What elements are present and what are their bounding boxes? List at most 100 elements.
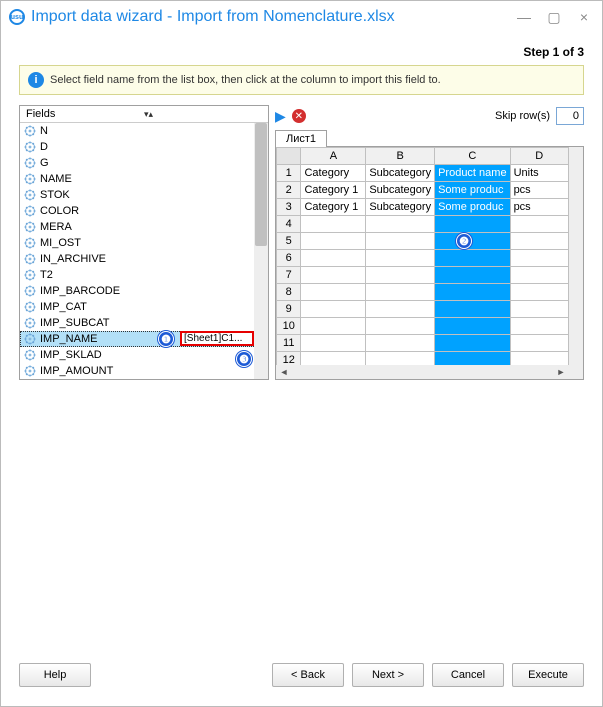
field-row-n[interactable]: N <box>20 123 254 139</box>
cell[interactable] <box>301 250 366 267</box>
play-icon[interactable]: ▶ <box>275 108 286 125</box>
row-header[interactable]: 12 <box>277 352 301 365</box>
execute-button[interactable]: Execute <box>512 663 584 687</box>
cell[interactable] <box>435 301 510 318</box>
field-row-g[interactable]: G <box>20 155 254 171</box>
cell[interactable]: Subcategory <box>366 165 435 182</box>
cell[interactable]: Category 1 <box>301 199 366 216</box>
field-row-imp_barcode[interactable]: IMP_BARCODE <box>20 283 254 299</box>
cell[interactable] <box>366 301 435 318</box>
cell[interactable] <box>510 352 568 365</box>
cell[interactable] <box>510 233 568 250</box>
cell[interactable]: pcs <box>510 199 568 216</box>
col-header-B[interactable]: B <box>366 148 435 165</box>
cell[interactable]: Some produc <box>435 199 510 216</box>
cell[interactable] <box>510 250 568 267</box>
cell[interactable] <box>366 284 435 301</box>
cell[interactable] <box>435 352 510 365</box>
cell[interactable] <box>435 267 510 284</box>
cell[interactable] <box>366 335 435 352</box>
cell[interactable] <box>435 233 510 250</box>
back-button[interactable]: < Back <box>272 663 344 687</box>
cell[interactable]: Subcategory <box>366 199 435 216</box>
field-row-mera[interactable]: MERA <box>20 219 254 235</box>
scroll-left-icon[interactable]: ◄ <box>278 366 290 378</box>
delete-icon[interactable]: ✕ <box>292 109 306 123</box>
sheet-tab[interactable]: Лист1 <box>275 130 327 147</box>
cell[interactable] <box>510 301 568 318</box>
grid-scrollbar-horizontal[interactable]: ◄ ► <box>276 365 569 379</box>
cell[interactable] <box>435 250 510 267</box>
row-header[interactable]: 6 <box>277 250 301 267</box>
help-button[interactable]: Help <box>19 663 91 687</box>
cell[interactable] <box>510 216 568 233</box>
grid-corner-cell[interactable] <box>277 148 301 165</box>
row-header[interactable]: 11 <box>277 335 301 352</box>
cell[interactable] <box>301 318 366 335</box>
cell[interactable] <box>301 216 366 233</box>
cell[interactable] <box>301 335 366 352</box>
fields-scrollbar[interactable] <box>254 123 268 379</box>
fields-header[interactable]: Fields ▾▴ <box>20 106 268 123</box>
cell[interactable] <box>510 267 568 284</box>
cell[interactable] <box>301 267 366 284</box>
cell[interactable] <box>435 216 510 233</box>
field-row-stok[interactable]: STOK <box>20 187 254 203</box>
cell[interactable]: Some produc <box>435 182 510 199</box>
field-row-imp_cat[interactable]: IMP_CAT <box>20 299 254 315</box>
field-row-imp_amount[interactable]: IMP_AMOUNT <box>20 363 254 379</box>
scrollbar-thumb[interactable] <box>255 123 267 246</box>
cell[interactable] <box>366 233 435 250</box>
row-header[interactable]: 7 <box>277 267 301 284</box>
cell[interactable] <box>366 250 435 267</box>
field-row-color[interactable]: COLOR <box>20 203 254 219</box>
field-row-d[interactable]: D <box>20 139 254 155</box>
field-row-t2[interactable]: T2 <box>20 267 254 283</box>
cell[interactable] <box>301 352 366 365</box>
maximize-button[interactable]: ▢ <box>544 7 564 27</box>
cell[interactable] <box>301 301 366 318</box>
row-header[interactable]: 1 <box>277 165 301 182</box>
field-row-imp_name[interactable]: IMP_NAME[Sheet1]C1...❶ <box>20 331 254 347</box>
cell[interactable] <box>510 284 568 301</box>
row-header[interactable]: 3 <box>277 199 301 216</box>
next-button[interactable]: Next > <box>352 663 424 687</box>
row-header[interactable]: 2 <box>277 182 301 199</box>
cell[interactable] <box>366 318 435 335</box>
cell[interactable] <box>366 352 435 365</box>
grid-scrollbar-vertical[interactable] <box>569 147 583 365</box>
row-header[interactable]: 9 <box>277 301 301 318</box>
cell[interactable]: pcs <box>510 182 568 199</box>
minimize-button[interactable]: — <box>514 7 534 27</box>
field-row-name[interactable]: NAME <box>20 171 254 187</box>
cell[interactable]: Category <box>301 165 366 182</box>
row-header[interactable]: 5 <box>277 233 301 250</box>
cell[interactable] <box>366 267 435 284</box>
cancel-button[interactable]: Cancel <box>432 663 504 687</box>
cell[interactable] <box>301 284 366 301</box>
cell[interactable] <box>366 216 435 233</box>
cell[interactable] <box>435 335 510 352</box>
cell[interactable]: Subcategory <box>366 182 435 199</box>
cell[interactable] <box>301 233 366 250</box>
field-row-in_archive[interactable]: IN_ARCHIVE <box>20 251 254 267</box>
close-button[interactable]: × <box>574 7 594 27</box>
cell[interactable] <box>435 284 510 301</box>
cell[interactable] <box>510 335 568 352</box>
row-header[interactable]: 10 <box>277 318 301 335</box>
cell[interactable]: Category 1 <box>301 182 366 199</box>
cell[interactable]: Units <box>510 165 568 182</box>
field-row-imp_subcat[interactable]: IMP_SUBCAT <box>20 315 254 331</box>
col-header-C[interactable]: C <box>435 148 510 165</box>
field-row-mi_ost[interactable]: MI_OST <box>20 235 254 251</box>
col-header-D[interactable]: D <box>510 148 568 165</box>
col-header-A[interactable]: A <box>301 148 366 165</box>
cell[interactable] <box>435 318 510 335</box>
row-header[interactable]: 8 <box>277 284 301 301</box>
field-row-imp_sklad[interactable]: IMP_SKLAD❸ <box>20 347 254 363</box>
cell[interactable]: Product name <box>435 165 510 182</box>
cell[interactable] <box>510 318 568 335</box>
scroll-right-icon[interactable]: ► <box>555 366 567 378</box>
row-header[interactable]: 4 <box>277 216 301 233</box>
field-mapping[interactable]: [Sheet1]C1... <box>180 331 254 346</box>
